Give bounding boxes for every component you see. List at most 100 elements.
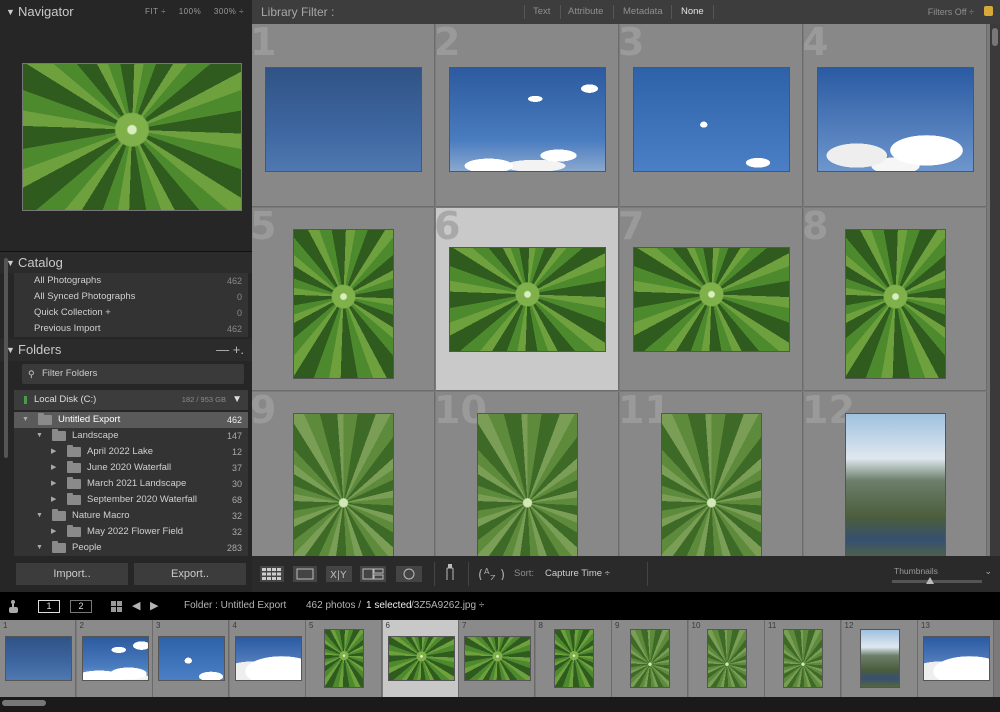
zoom-300-option[interactable]: 300% ÷ xyxy=(214,7,244,16)
folders-header[interactable]: ▼ Folders — +. xyxy=(0,339,252,361)
import-button[interactable]: Import.. xyxy=(16,563,128,585)
previous-arrow-icon[interactable]: ◀ xyxy=(132,592,140,620)
filmstrip-cell-8[interactable]: 8 xyxy=(535,620,612,697)
expand-arrow-icon[interactable]: ▶ xyxy=(51,444,56,460)
folder-people[interactable]: ▼ People 283 xyxy=(14,540,248,556)
volume-local-disk[interactable]: Local Disk (C:) 182 / 953 GB ▼ xyxy=(14,390,248,410)
grid-cell-8[interactable]: 8 xyxy=(804,208,987,391)
grid-thumbnail-image[interactable] xyxy=(846,414,945,556)
lock-icon[interactable] xyxy=(984,6,993,16)
thumbnail-size-slider[interactable] xyxy=(892,580,982,583)
catalog-item-previous-import[interactable]: Previous Import 462 xyxy=(14,321,248,337)
catalog-item-quick-collection[interactable]: Quick Collection + 0 xyxy=(14,305,248,321)
grid-cell-7[interactable]: 7 xyxy=(620,208,803,391)
people-view-icon[interactable] xyxy=(396,566,422,582)
grid-thumbnail-image[interactable] xyxy=(450,248,605,351)
grid-icon[interactable] xyxy=(111,601,122,612)
filmstrip-cell-12[interactable]: 12 xyxy=(841,620,918,697)
sort-dropdown[interactable]: Capture Time ÷ xyxy=(545,556,610,592)
grid-thumbnail-image[interactable] xyxy=(266,68,421,171)
grid-cell-12[interactable]: 12 xyxy=(804,392,987,556)
filmstrip-thumbnail-image[interactable] xyxy=(82,637,148,680)
expand-arrow-icon[interactable]: ▼ xyxy=(36,540,43,556)
disk-dropdown-icon[interactable]: ▼ xyxy=(232,390,242,410)
grid-cell-3[interactable]: 3 xyxy=(620,24,803,207)
export-button[interactable]: Export.. xyxy=(134,563,246,585)
filmstrip-thumbnail-image[interactable] xyxy=(924,637,989,680)
filmstrip-thumbnail-image[interactable] xyxy=(388,637,454,680)
expand-arrow-icon[interactable]: ▼ xyxy=(22,412,29,428)
filmstrip-cell-2[interactable]: 2 xyxy=(76,620,153,697)
filmstrip-thumbnail-image[interactable] xyxy=(235,637,301,680)
expand-arrow-icon[interactable]: ▶ xyxy=(51,492,56,508)
filmstrip-cell-10[interactable]: 10 xyxy=(688,620,765,697)
next-arrow-icon[interactable]: ▶ xyxy=(150,592,158,620)
folder-landscape[interactable]: ▼ Landscape 147 xyxy=(14,428,248,444)
filmstrip-cell-7[interactable]: 7 xyxy=(459,620,535,697)
grid-cell-9[interactable]: 9 xyxy=(252,392,435,556)
touch-hand-icon[interactable] xyxy=(6,598,20,614)
sort-direction-icon[interactable]: (AZ) xyxy=(478,564,508,580)
folders-add-remove-controls[interactable]: — +. xyxy=(216,339,244,361)
zoom-100-option[interactable]: 100% xyxy=(179,7,201,16)
grid-thumbnail-image[interactable] xyxy=(634,248,789,351)
filmstrip-thumbnail-image[interactable] xyxy=(860,630,899,687)
source-path[interactable]: Folder : Untitled Export xyxy=(184,592,286,620)
filter-tab-attribute[interactable]: Attribute xyxy=(568,0,603,24)
grid-thumbnail-image[interactable] xyxy=(294,230,393,378)
filmstrip-thumbnail-image[interactable] xyxy=(325,630,363,687)
filter-folders-input[interactable]: ⚲ Filter Folders xyxy=(22,364,244,384)
compare-view-icon[interactable]: X|Y xyxy=(326,566,352,582)
filmstrip-cell-13[interactable]: 13 xyxy=(918,620,994,697)
loupe-view-icon[interactable] xyxy=(293,566,317,582)
filmstrip-thumbnail-image[interactable] xyxy=(554,630,593,687)
navigator-preview-image[interactable] xyxy=(22,63,242,211)
filmstrip-thumbnail-image[interactable] xyxy=(159,637,224,680)
folder-june-2020-waterfall[interactable]: ▶ June 2020 Waterfall 37 xyxy=(14,460,248,476)
zoom-fit-option[interactable]: FIT ÷ xyxy=(145,7,166,16)
expand-arrow-icon[interactable]: ▼ xyxy=(36,428,43,444)
filmstrip-cell-3[interactable]: 3 xyxy=(153,620,229,697)
grid-thumbnail-image[interactable] xyxy=(450,68,605,171)
catalog-item-synced[interactable]: All Synced Photographs 0 xyxy=(14,289,248,305)
slider-knob[interactable] xyxy=(926,577,934,584)
filmstrip-thumbnail-image[interactable] xyxy=(6,637,71,680)
grid-cell-4[interactable]: 4 xyxy=(804,24,987,207)
filters-off-dropdown[interactable]: Filters Off ÷ xyxy=(928,0,974,24)
filmstrip-cell-4[interactable]: 4 xyxy=(229,620,306,697)
folder-march-2021-landscape[interactable]: ▶ March 2021 Landscape 30 xyxy=(14,476,248,492)
filmstrip-scrollbar-thumb[interactable] xyxy=(2,700,46,706)
grid-thumbnail-image[interactable] xyxy=(478,414,577,556)
catalog-item-all-photographs[interactable]: All Photographs 462 xyxy=(14,273,248,289)
grid-thumbnail-image[interactable] xyxy=(662,414,761,556)
navigator-header[interactable]: ▼ Navigator FIT ÷ 100% 300% ÷ xyxy=(0,0,252,24)
filmstrip-cell-6[interactable]: 6 xyxy=(382,620,459,697)
grid-cell-10[interactable]: 10 xyxy=(436,392,619,556)
expand-arrow-icon[interactable]: ▶ xyxy=(51,524,56,540)
selected-filename[interactable]: /3Z5A9262.jpg ÷ xyxy=(411,592,484,620)
filmstrip-thumbnail-image[interactable] xyxy=(465,637,530,680)
left-panel-scrollbar[interactable] xyxy=(4,258,8,458)
expand-arrow-icon[interactable]: ▶ xyxy=(51,476,56,492)
folder-nature-macro[interactable]: ▼ Nature Macro 32 xyxy=(14,508,248,524)
filmstrip-cell-11[interactable]: 11 xyxy=(765,620,841,697)
grid-view-icon[interactable] xyxy=(260,566,284,582)
grid-thumbnail-image[interactable] xyxy=(846,230,945,378)
filter-tab-none[interactable]: None xyxy=(681,0,704,24)
survey-view-icon[interactable] xyxy=(360,566,386,582)
filmstrip-cell-1[interactable]: 1 xyxy=(0,620,76,697)
catalog-header[interactable]: ▼ Catalog xyxy=(0,251,252,273)
filmstrip-thumbnail-image[interactable] xyxy=(631,630,669,687)
filmstrip-thumbnail-image[interactable] xyxy=(707,630,746,687)
folder-untitled-export[interactable]: ▼ Untitled Export 462 xyxy=(14,412,248,428)
filter-tab-text[interactable]: Text xyxy=(533,0,550,24)
grid-thumbnail-image[interactable] xyxy=(818,68,973,171)
filmstrip-cell-9[interactable]: 9 xyxy=(612,620,688,697)
grid-thumbnail-image[interactable] xyxy=(634,68,789,171)
expand-arrow-icon[interactable]: ▼ xyxy=(36,508,43,524)
folder-april-2022-lake[interactable]: ▶ April 2022 Lake 12 xyxy=(14,444,248,460)
grid-thumbnail-image[interactable] xyxy=(294,414,393,556)
grid-cell-5[interactable]: 5 xyxy=(252,208,435,391)
expand-arrow-icon[interactable]: ▶ xyxy=(51,460,56,476)
grid-scrollbar[interactable] xyxy=(990,24,1000,556)
